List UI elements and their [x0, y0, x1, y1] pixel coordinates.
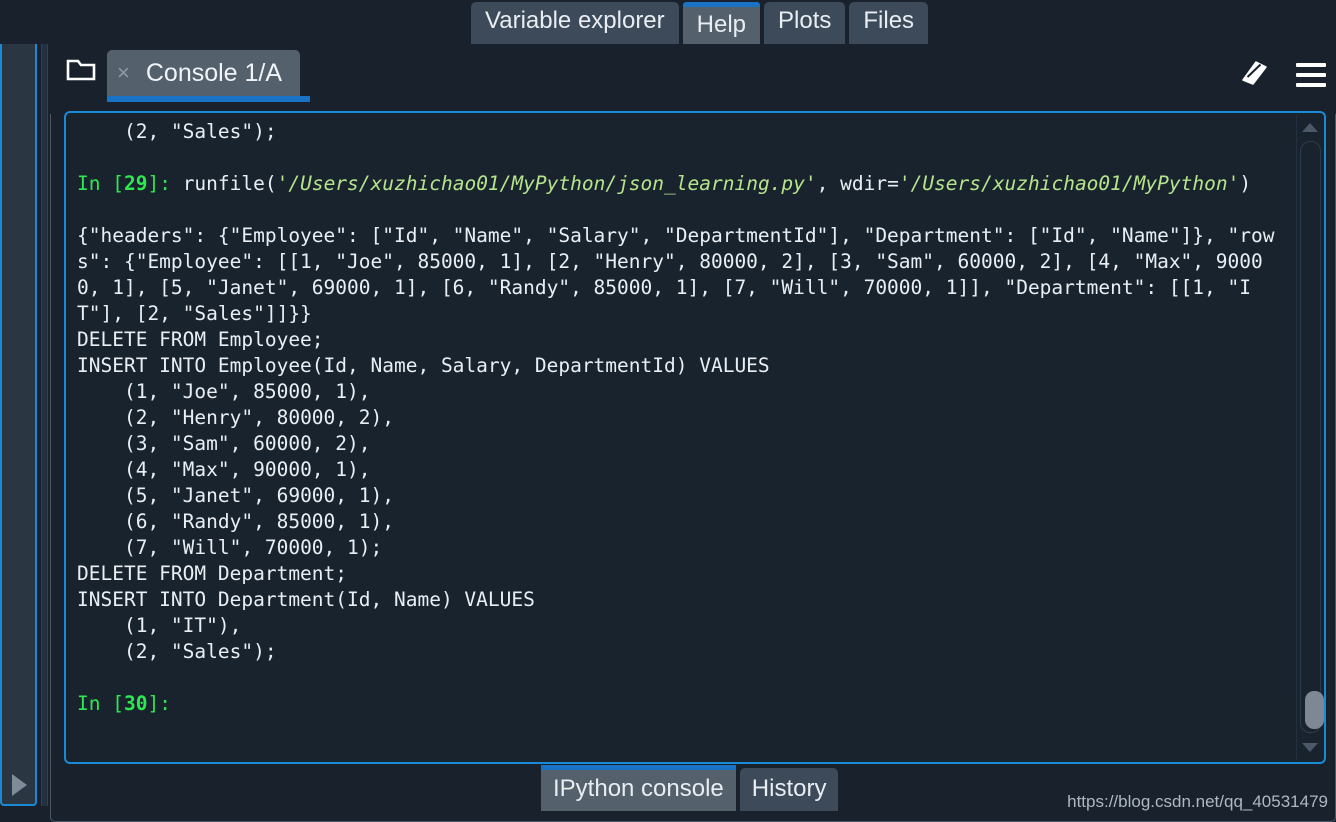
console-line: (5, "Janet", 69000, 1),: [77, 484, 394, 507]
console-prompt: In [30]:: [77, 692, 171, 715]
tab-label: Help: [696, 11, 747, 38]
console-line: (3, "Sam", 60000, 2),: [77, 432, 371, 455]
tab-label: Files: [863, 7, 915, 34]
hamburger-menu-icon[interactable]: [1296, 62, 1326, 87]
console-line: DELETE FROM Department;: [77, 562, 348, 585]
tab-ipython-console[interactable]: IPython console: [541, 765, 736, 811]
stop-square-icon[interactable]: [1180, 58, 1210, 88]
tab-active-indicator: [682, 2, 761, 7]
close-icon[interactable]: ×: [117, 62, 130, 84]
console-line: DELETE FROM Employee;: [77, 328, 324, 351]
scrollbar-track[interactable]: [1300, 141, 1324, 733]
console-text-content: (2, "Sales"); In [29]: runfile('/Users/x…: [77, 119, 1282, 717]
scroll-down-arrow-icon[interactable]: [1302, 743, 1318, 752]
tab-history[interactable]: History: [739, 768, 839, 811]
console-code: , wdir=: [816, 172, 899, 195]
tab-label: Variable explorer: [485, 7, 665, 34]
console-prompt-number: 29: [123, 172, 148, 195]
console-vertical-scrollbar[interactable]: [1296, 115, 1324, 760]
console-tab-console-1a[interactable]: × Console 1/A: [107, 50, 301, 96]
top-tabbar: Variable explorer Help Plots Files: [0, 0, 1336, 48]
console-line: (7, "Will", 70000, 1);: [77, 536, 383, 559]
console-line: In [29]: runfile('/Users/xuzhichao01/MyP…: [77, 171, 1282, 197]
top-tab-group: Variable explorer Help Plots Files: [471, 2, 929, 48]
eraser-icon[interactable]: [1238, 58, 1268, 88]
console-tab-label: Console 1/A: [145, 59, 283, 87]
console-tab-active-indicator: [107, 96, 310, 102]
console-line: INSERT INTO Employee(Id, Name, Salary, D…: [77, 354, 770, 377]
left-pane-surface: [4, 4, 33, 802]
console-prompt: In [29]:: [77, 172, 183, 195]
console-string-literal: '/Users/xuzhichao01/MyPython/json_learni…: [276, 172, 817, 195]
console-line: (1, "IT"),: [77, 614, 242, 637]
tab-help[interactable]: Help: [682, 2, 761, 48]
collapsed-left-pane[interactable]: [0, 0, 37, 806]
console-line: (1, "Joe", 85000, 1),: [77, 380, 371, 403]
console-line: (2, "Sales");: [77, 120, 277, 143]
ipython-console-output[interactable]: (2, "Sales"); In [29]: runfile('/Users/x…: [64, 111, 1326, 764]
console-line: INSERT INTO Department(Id, Name) VALUES: [77, 588, 535, 611]
console-line: {"headers": {"Employee": ["Id", "Name", …: [77, 224, 1275, 325]
browse-folder-icon[interactable]: [66, 58, 96, 82]
bottom-tab-group: IPython console History: [541, 765, 839, 811]
console-tabbar: × Console 1/A: [50, 44, 1336, 114]
console-line: (2, "Sales");: [77, 640, 277, 663]
console-code: runfile(: [182, 172, 277, 195]
tab-variable-explorer[interactable]: Variable explorer: [471, 2, 679, 44]
console-toolbar: [1180, 58, 1326, 88]
tab-plots[interactable]: Plots: [764, 2, 846, 44]
tab-files[interactable]: Files: [849, 2, 929, 44]
triangle-right-icon[interactable]: [12, 774, 27, 796]
console-line: In [30]:: [77, 691, 1282, 717]
scrollbar-thumb[interactable]: [1305, 691, 1324, 729]
tab-label: History: [751, 775, 827, 802]
watermark-url: https://blog.csdn.net/qq_40531479: [1067, 792, 1328, 811]
pane-splitter[interactable]: [41, 0, 48, 806]
console-prompt-number: 30: [123, 692, 148, 715]
console-line: (6, "Randy", 85000, 1),: [77, 510, 394, 533]
tab-label: IPython console: [553, 775, 724, 802]
tab-active-indicator: [541, 765, 736, 770]
tab-label: Plots: [778, 7, 832, 34]
console-line: (2, "Henry", 80000, 2),: [77, 406, 394, 429]
console-code: ): [1239, 172, 1252, 195]
console-line: (4, "Max", 90000, 1),: [77, 458, 371, 481]
console-string-literal: '/Users/xuzhichao01/MyPython': [898, 172, 1240, 195]
spyder-ide-window: Variable explorer Help Plots Files × Con…: [0, 0, 1336, 822]
scroll-up-arrow-icon[interactable]: [1302, 123, 1318, 132]
